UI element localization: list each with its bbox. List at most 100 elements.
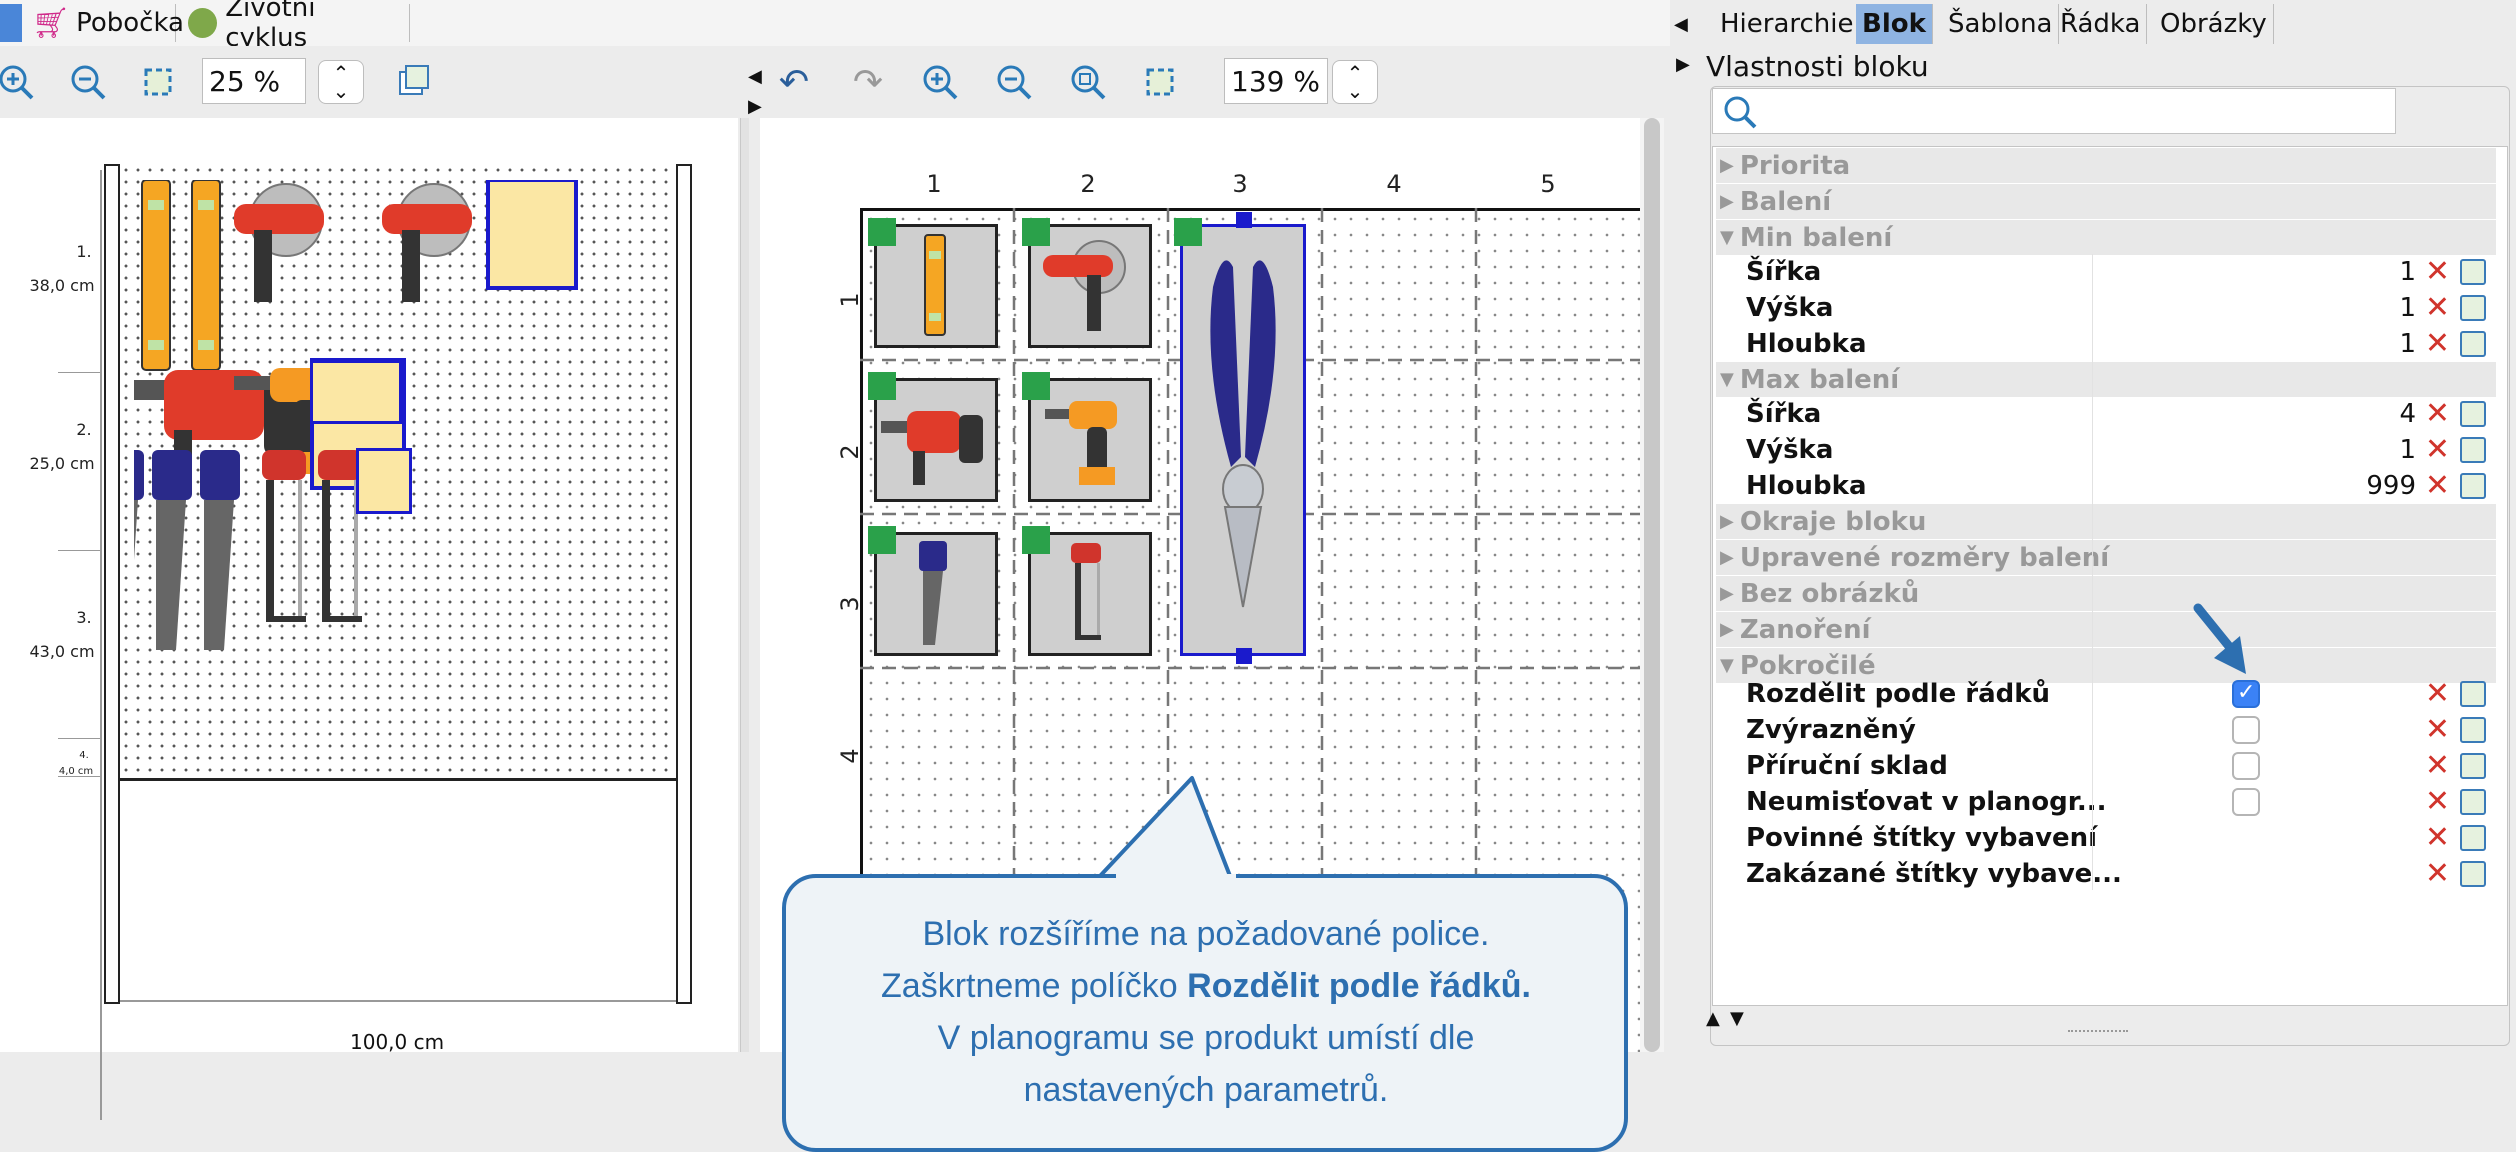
expand-properties-icon[interactable]: ▶: [1676, 54, 1690, 75]
center-zoom-spinner[interactable]: ⌃ ⌄: [1332, 60, 1378, 104]
tab-pobocka[interactable]: 🛒︎ Pobočka: [24, 4, 184, 42]
checkbox-rozdelit-podle-radku[interactable]: ✓: [2232, 680, 2260, 708]
copy-icon[interactable]: [2460, 716, 2486, 743]
property-row[interactable]: Příruční sklad ✕: [1716, 748, 2496, 783]
property-row[interactable]: Šířka 1 ✕: [1716, 254, 2496, 289]
hand-saw-product: [152, 450, 192, 650]
checkbox-neumistovat[interactable]: [2232, 788, 2260, 816]
resize-handle-top[interactable]: [1236, 212, 1252, 228]
checkbox-prirucni-sklad[interactable]: [2232, 752, 2260, 780]
property-value[interactable]: 1: [2399, 435, 2416, 465]
block-start-marker: [1174, 218, 1202, 246]
group-okraje-bloku[interactable]: ▶ Okraje bloku: [1716, 504, 2496, 539]
detail-scrollbar[interactable]: [1640, 118, 1664, 1052]
property-row[interactable]: Výška 1 ✕: [1716, 290, 2496, 325]
panel-splitter[interactable]: [740, 118, 749, 1052]
column-number: 4: [1386, 170, 1402, 198]
properties-search-input[interactable]: [1712, 88, 2396, 134]
column-number: 3: [1232, 170, 1248, 198]
copy-icon[interactable]: [2460, 788, 2486, 815]
copy-icon[interactable]: [2460, 752, 2486, 779]
property-value[interactable]: 1: [2399, 293, 2416, 323]
copy-icon[interactable]: [2460, 400, 2486, 427]
group-zanoreni[interactable]: ▶ Zanoření: [1716, 612, 2496, 647]
collapse-left-icon[interactable]: ◀: [748, 66, 762, 87]
center-zoom-field[interactable]: 139 %: [1224, 58, 1328, 104]
fit-to-screen-icon[interactable]: [1138, 60, 1182, 104]
checkbox-zvyrazneny[interactable]: [2232, 716, 2260, 744]
property-row[interactable]: Zvýrazněný ✕: [1716, 712, 2496, 747]
zoom-out-icon[interactable]: [66, 60, 110, 104]
tab-obrazky[interactable]: Obrázky: [2154, 4, 2274, 44]
property-value[interactable]: 1: [2399, 329, 2416, 359]
property-row[interactable]: Šířka 4 ✕: [1716, 396, 2496, 431]
zoom-in-icon[interactable]: [918, 60, 962, 104]
clear-icon[interactable]: ✕: [2425, 396, 2450, 431]
zoom-out-icon[interactable]: [992, 60, 1036, 104]
tab-hierarchie[interactable]: Hierarchie: [1714, 4, 1861, 44]
clear-icon[interactable]: ✕: [2425, 468, 2450, 503]
property-row[interactable]: Hloubka 1 ✕: [1716, 326, 2496, 361]
clear-icon[interactable]: ✕: [2425, 254, 2450, 289]
copy-icon[interactable]: [2460, 472, 2486, 499]
property-row[interactable]: Povinné štítky vybavení ✕: [1716, 820, 2496, 855]
group-baleni[interactable]: ▶ Balení: [1716, 184, 2496, 219]
group-upravene-rozmery[interactable]: ▶ Upravené rozměry balení: [1716, 540, 2496, 575]
angle-grinder-product: [234, 183, 324, 302]
clear-icon[interactable]: ✕: [2425, 856, 2450, 891]
clear-icon[interactable]: ✕: [2425, 326, 2450, 361]
group-priorita[interactable]: ▶ Priorita: [1716, 148, 2496, 183]
copy-icon[interactable]: [2460, 330, 2486, 357]
tab-zivotni-cyklus[interactable]: Životní cyklus: [180, 0, 410, 53]
scroll-down-icon[interactable]: ▼: [1730, 1008, 1744, 1029]
tab-radka[interactable]: Řádka: [2054, 4, 2148, 44]
collapse-arrow-icon: ▼: [1720, 227, 1734, 248]
copy-icon[interactable]: [2460, 860, 2486, 887]
clear-icon[interactable]: ✕: [2425, 712, 2450, 747]
group-min-baleni[interactable]: ▼ Min balení: [1716, 220, 2496, 255]
callout-line-4: nastavených parametrů.: [1023, 1071, 1389, 1109]
left-zoom-spinner[interactable]: ⌃ ⌄: [318, 60, 364, 104]
tab-blok[interactable]: Blok: [1856, 4, 1933, 44]
clear-icon[interactable]: ✕: [2425, 432, 2450, 467]
collapse-right-icon[interactable]: ◀: [1674, 14, 1688, 35]
undo-icon[interactable]: ↶: [772, 60, 816, 104]
copy-icon[interactable]: [2460, 436, 2486, 463]
property-value[interactable]: 1: [2399, 257, 2416, 287]
width-dimension-line: [120, 1000, 676, 1002]
copy-icon[interactable]: [2460, 680, 2486, 707]
left-zoom-field[interactable]: 25 %: [202, 58, 306, 104]
property-label: Neumisťovat v planogr...: [1746, 786, 2107, 817]
property-row[interactable]: Zakázané štítky vybave... ✕: [1716, 856, 2496, 891]
search-icon: [1722, 94, 1758, 134]
panel-resize-grip[interactable]: [2068, 1030, 2128, 1036]
property-row[interactable]: Výška 1 ✕: [1716, 432, 2496, 467]
property-label: Příruční sklad: [1746, 750, 1948, 781]
property-column-divider: [2092, 254, 2093, 890]
clear-icon[interactable]: ✕: [2425, 748, 2450, 783]
block-start-marker: [868, 372, 896, 400]
clear-icon[interactable]: ✕: [2425, 290, 2450, 325]
copy-icon[interactable]: [2460, 258, 2486, 285]
property-row[interactable]: Hloubka 999 ✕: [1716, 468, 2496, 503]
copy-icon[interactable]: [2460, 294, 2486, 321]
clear-icon[interactable]: ✕: [2425, 784, 2450, 819]
property-row[interactable]: Rozdělit podle řádků ✕: [1716, 676, 2496, 711]
group-max-baleni[interactable]: ▼ Max balení: [1716, 362, 2496, 397]
copy-icon[interactable]: [2460, 824, 2486, 851]
scroll-up-icon[interactable]: ▲: [1706, 1008, 1720, 1029]
clear-icon[interactable]: ✕: [2425, 820, 2450, 855]
property-row[interactable]: Neumisťovat v planogr... ✕: [1716, 784, 2496, 819]
property-value[interactable]: 999: [2366, 471, 2416, 501]
zoom-in-icon[interactable]: [0, 60, 38, 104]
expand-left-icon[interactable]: ▶: [748, 96, 762, 117]
clear-icon[interactable]: ✕: [2425, 676, 2450, 711]
scrollbar-thumb[interactable]: [1644, 118, 1660, 1052]
property-value[interactable]: 4: [2399, 399, 2416, 429]
copy-view-icon[interactable]: [392, 60, 436, 104]
tab-sablona[interactable]: Šablona: [1942, 4, 2060, 44]
group-bez-obrazku[interactable]: ▶ Bez obrázků: [1716, 576, 2496, 611]
selected-pliers-block[interactable]: [1180, 224, 1306, 656]
zoom-selection-icon[interactable]: [1066, 60, 1110, 104]
fit-to-screen-icon[interactable]: [136, 60, 180, 104]
